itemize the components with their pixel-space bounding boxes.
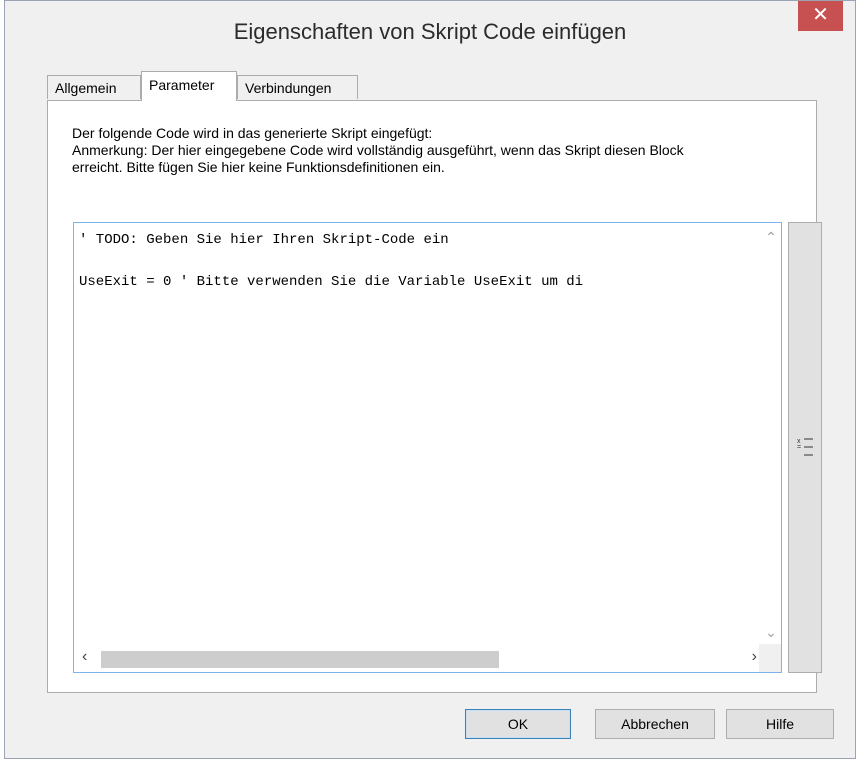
chevron-left-icon[interactable]: ‹	[82, 648, 87, 666]
chevron-up-icon[interactable]: ⌃	[761, 229, 781, 246]
tab-parameter[interactable]: Parameter	[141, 71, 237, 101]
tab-allgemein[interactable]: Allgemein	[47, 75, 141, 99]
window-title: Eigenschaften von Skript Code einfügen	[233, 19, 627, 44]
tab-verbindungen[interactable]: Verbindungen	[237, 75, 358, 99]
cancel-button[interactable]: Abbrechen	[595, 709, 715, 739]
help-button[interactable]: Hilfe	[726, 709, 834, 739]
insert-variable-button[interactable]: x =	[788, 222, 822, 673]
close-icon: ✕	[812, 4, 829, 26]
chevron-right-icon[interactable]: ›	[752, 648, 757, 666]
chevron-down-icon[interactable]: ⌄	[761, 624, 781, 641]
dialog-window: Eigenschaften von Skript Code einfügen ✕…	[4, 0, 856, 759]
title-bar: Eigenschaften von Skript Code einfügen ✕	[5, 1, 855, 67]
close-button[interactable]: ✕	[798, 1, 843, 31]
horizontal-scroll-thumb[interactable]	[101, 651, 499, 668]
insert-variable-icon: x =	[797, 438, 813, 456]
horizontal-scrollbar[interactable]: ‹ ›	[74, 644, 761, 672]
vertical-scrollbar[interactable]: ⌃ ⌄	[761, 223, 781, 645]
code-text[interactable]: ' TODO: Geben Sie hier Ihren Skript-Code…	[79, 230, 749, 630]
description-text: Der folgende Code wird in das generierte…	[72, 125, 684, 175]
ok-button[interactable]: OK	[465, 709, 571, 739]
scroll-corner	[759, 644, 781, 672]
code-editor[interactable]: ' TODO: Geben Sie hier Ihren Skript-Code…	[73, 222, 782, 673]
svg-text:=: =	[797, 444, 801, 451]
tab-panel-parameter: Der folgende Code wird in das generierte…	[47, 100, 822, 693]
